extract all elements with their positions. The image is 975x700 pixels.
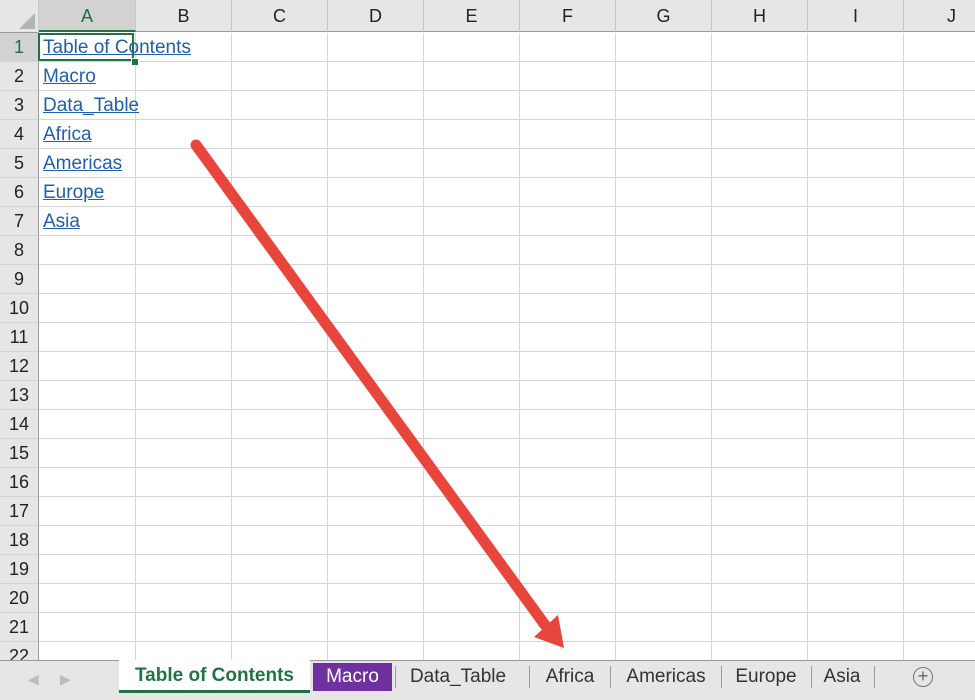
grid-line	[39, 148, 975, 149]
row-header-6[interactable]: 6	[0, 178, 39, 207]
sheet-tab-europe[interactable]: Europe	[722, 661, 810, 693]
row-header-8[interactable]: 8	[0, 236, 39, 265]
sheet-tab-macro[interactable]: Macro	[313, 663, 392, 691]
row-header-11[interactable]: 11	[0, 323, 39, 352]
grid-line	[615, 33, 616, 660]
column-header-f[interactable]: F	[520, 0, 616, 32]
sheet-tab-africa[interactable]: Africa	[530, 661, 610, 693]
row-header-4[interactable]: 4	[0, 120, 39, 149]
grid-line	[231, 33, 232, 660]
plus-icon: +	[917, 666, 929, 686]
grid-line	[39, 583, 975, 584]
grid-line	[39, 641, 975, 642]
grid-line	[39, 380, 975, 381]
active-cell-border	[38, 33, 134, 61]
grid-line	[711, 33, 712, 660]
grid-line	[39, 119, 975, 120]
sheet-tab-asia[interactable]: Asia	[812, 661, 872, 693]
add-sheet-button[interactable]: +	[913, 667, 933, 687]
row-header-20[interactable]: 20	[0, 584, 39, 613]
sheet-tab-table-of-contents[interactable]: Table of Contents	[119, 660, 310, 693]
column-header-j[interactable]: J	[904, 0, 975, 32]
column-header-a[interactable]: A	[39, 0, 136, 32]
sheet-tab-data-table[interactable]: Data_Table	[398, 661, 518, 693]
column-header-h[interactable]: H	[712, 0, 808, 32]
column-header-g[interactable]: G	[616, 0, 712, 32]
row-header-12[interactable]: 12	[0, 352, 39, 381]
row-header-22[interactable]: 22	[0, 642, 39, 660]
sheet-tab-americas[interactable]: Americas	[611, 661, 721, 693]
column-header-c[interactable]: C	[232, 0, 328, 32]
grid-line	[807, 33, 808, 660]
sheet-tab-bar: ◀ ▶ Table of Contents Macro Data_Table A…	[0, 660, 975, 700]
spreadsheet-grid[interactable]: A B C D E F G H I J 1 2 3 4 5 6 7 8 9 10 11 12 13 14 1…	[0, 0, 975, 660]
grid-line	[423, 33, 424, 660]
row-header-2[interactable]: 2	[0, 62, 39, 91]
row-header-9[interactable]: 9	[0, 265, 39, 294]
row-header-5[interactable]: 5	[0, 149, 39, 178]
cell-a6-link-europe[interactable]: Europe	[43, 178, 104, 207]
fill-handle[interactable]	[131, 58, 139, 66]
grid-line	[903, 33, 904, 660]
row-header-15[interactable]: 15	[0, 439, 39, 468]
row-header-3[interactable]: 3	[0, 91, 39, 120]
row-header-16[interactable]: 16	[0, 468, 39, 497]
select-all-triangle-icon	[19, 13, 35, 29]
tab-separator	[874, 666, 875, 688]
grid-line	[135, 33, 136, 660]
grid-line	[39, 409, 975, 410]
grid-line	[39, 235, 975, 236]
grid-line	[39, 206, 975, 207]
cell-a2-link-macro[interactable]: Macro	[43, 62, 96, 91]
column-header-d[interactable]: D	[328, 0, 424, 32]
row-header-10[interactable]: 10	[0, 294, 39, 323]
grid-line	[39, 612, 975, 613]
cell-a5-link-americas[interactable]: Americas	[43, 149, 122, 178]
column-header-e[interactable]: E	[424, 0, 520, 32]
scroll-tabs-right-icon[interactable]: ▶	[60, 671, 71, 688]
grid-line	[39, 438, 975, 439]
grid-line	[39, 554, 975, 555]
cell-a3-link-data-table[interactable]: Data_Table	[43, 91, 139, 120]
grid-line	[39, 90, 975, 91]
row-header-7[interactable]: 7	[0, 207, 39, 236]
grid-line	[39, 264, 975, 265]
grid-line	[39, 351, 975, 352]
tab-separator	[395, 666, 396, 688]
grid-line	[39, 467, 975, 468]
grid-line	[39, 525, 975, 526]
cell-a7-link-asia[interactable]: Asia	[43, 207, 80, 236]
row-header-18[interactable]: 18	[0, 526, 39, 555]
row-header-1[interactable]: 1	[0, 33, 39, 62]
cell-a4-link-africa[interactable]: Africa	[43, 120, 92, 149]
grid-line	[519, 33, 520, 660]
row-header-19[interactable]: 19	[0, 555, 39, 584]
scroll-tabs-left-icon[interactable]: ◀	[28, 671, 39, 688]
grid-line	[39, 322, 975, 323]
row-header-14[interactable]: 14	[0, 410, 39, 439]
column-header-b[interactable]: B	[136, 0, 232, 32]
grid-line	[39, 293, 975, 294]
row-header-17[interactable]: 17	[0, 497, 39, 526]
select-all-button[interactable]	[0, 0, 39, 33]
row-header-21[interactable]: 21	[0, 613, 39, 642]
row-header-13[interactable]: 13	[0, 381, 39, 410]
grid-line	[327, 33, 328, 660]
grid-line	[39, 177, 975, 178]
grid-line	[39, 496, 975, 497]
column-header-i[interactable]: I	[808, 0, 904, 32]
